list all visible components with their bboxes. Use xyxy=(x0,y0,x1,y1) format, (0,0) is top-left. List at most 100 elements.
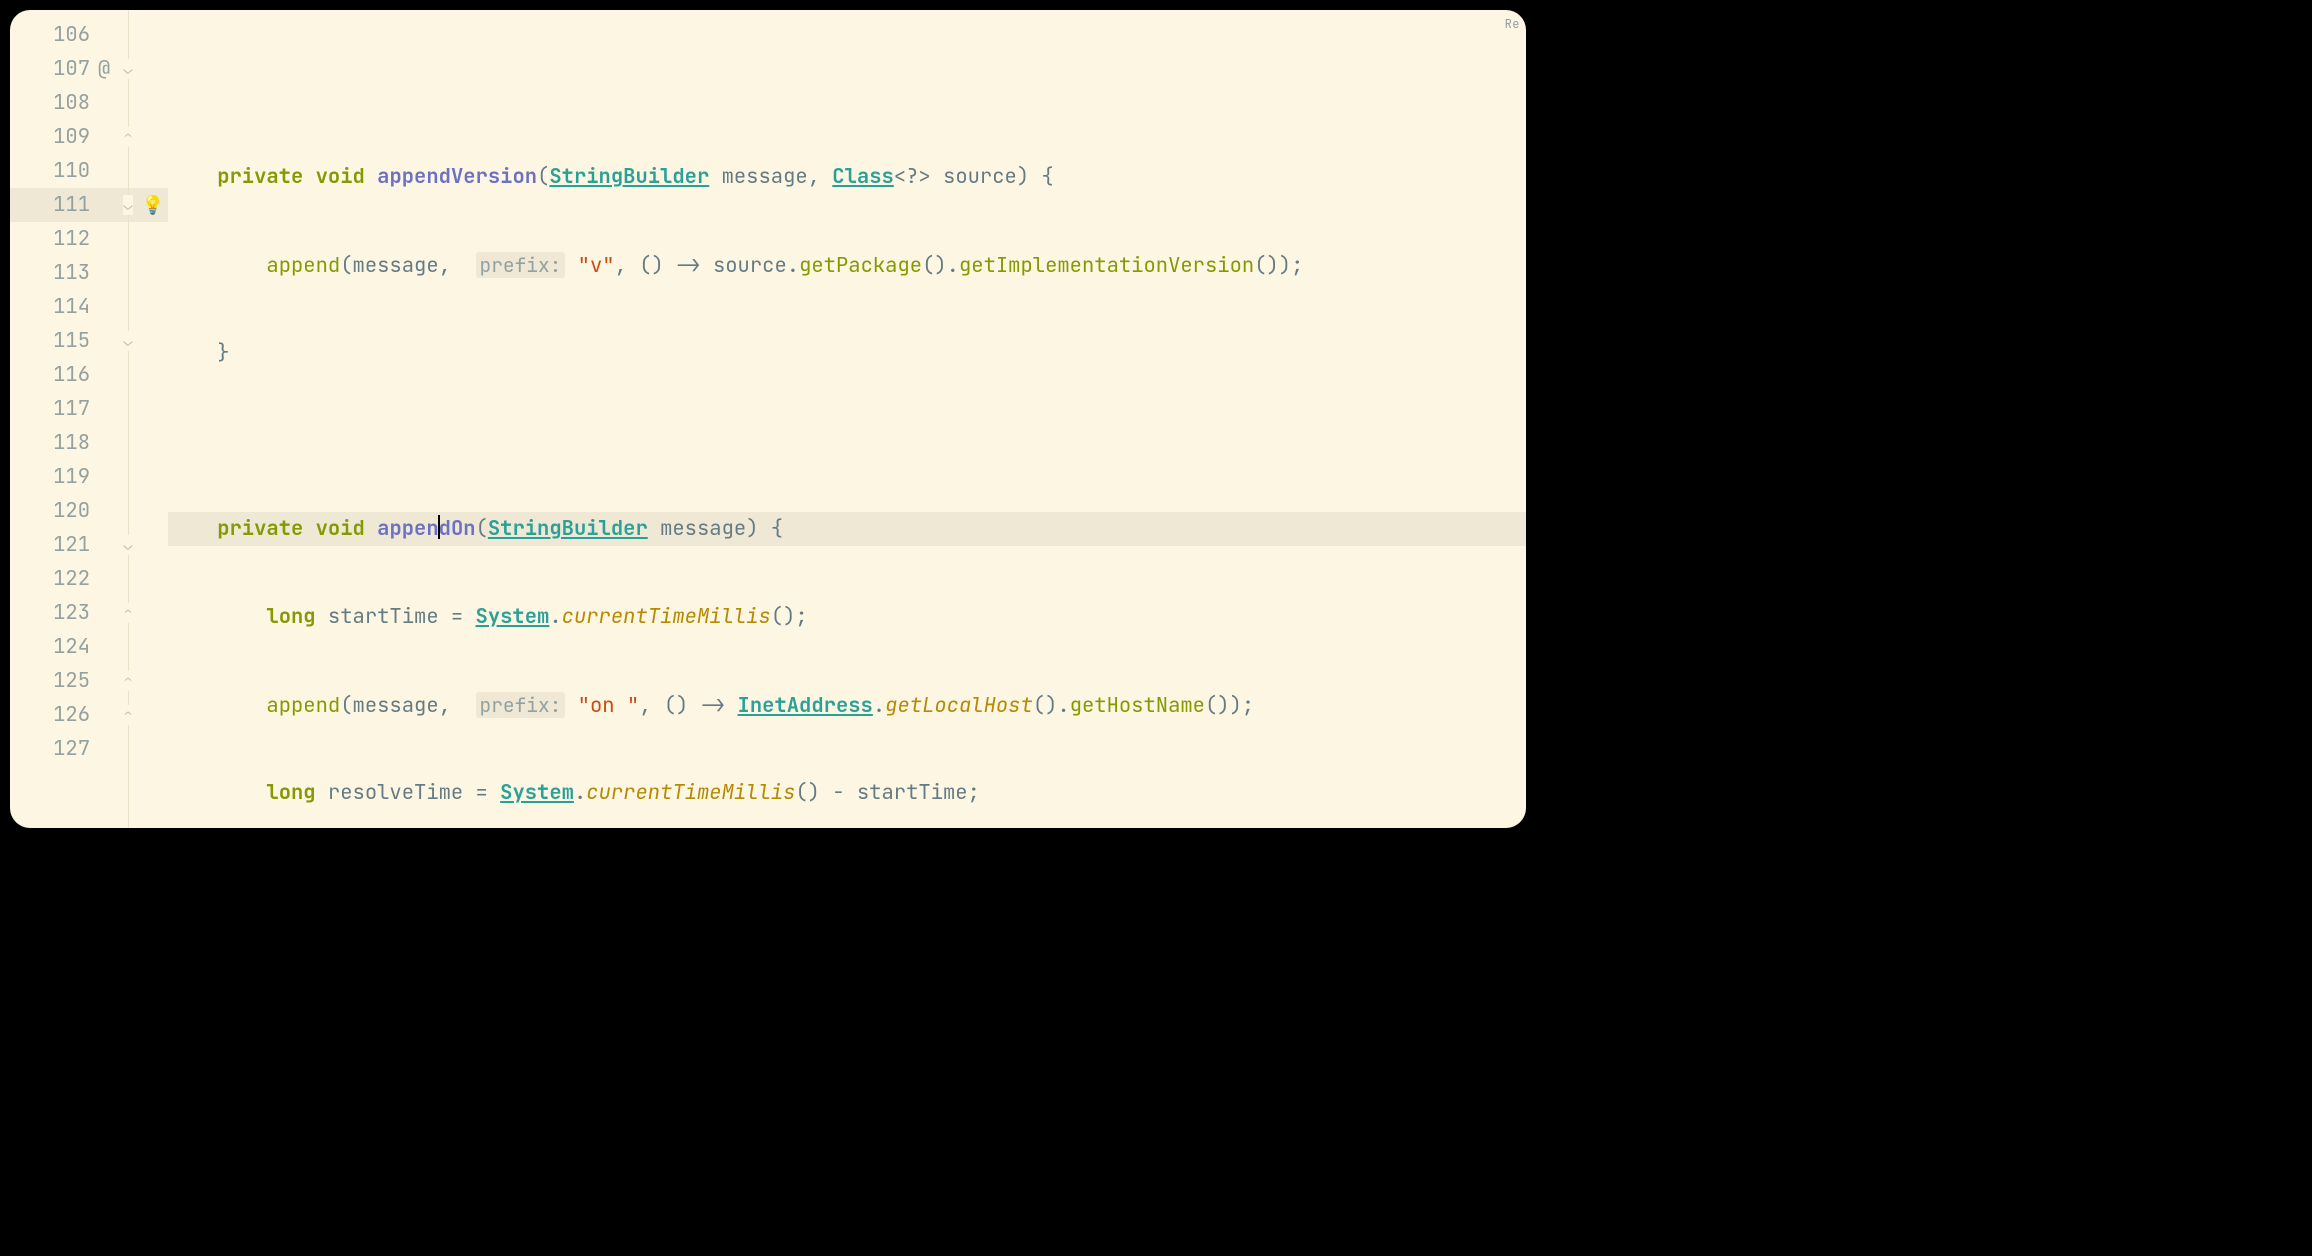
fold-cell[interactable]: ⌄ xyxy=(118,52,138,86)
intention-cell xyxy=(138,222,168,256)
annotation-cell xyxy=(90,460,118,494)
intention-cell xyxy=(138,596,168,630)
annotation-cell xyxy=(90,596,118,630)
code-line-current[interactable]: private void appendOn(StringBuilder mess… xyxy=(168,512,1526,546)
line-number[interactable]: 127 xyxy=(10,732,90,766)
line-number[interactable]: 112 xyxy=(10,222,90,256)
fold-cell[interactable] xyxy=(118,358,138,392)
annotation-cell xyxy=(90,664,118,698)
line-number[interactable]: 107 xyxy=(10,52,90,86)
fold-cell[interactable] xyxy=(118,86,138,120)
line-number[interactable]: 126 xyxy=(10,698,90,732)
fold-cell[interactable] xyxy=(118,290,138,324)
line-number[interactable]: 120 xyxy=(10,494,90,528)
annotation-cell xyxy=(90,698,118,732)
code-line[interactable]: append(message, prefix: "on ", () -> Ine… xyxy=(168,688,1526,722)
code-line[interactable] xyxy=(168,72,1526,106)
line-number[interactable]: 124 xyxy=(10,630,90,664)
fold-cell[interactable]: ⌃ xyxy=(118,120,138,154)
line-number[interactable]: 113 xyxy=(10,256,90,290)
line-number-gutter[interactable]: 1061071081091101111121131141151161171181… xyxy=(10,10,90,828)
intention-cell xyxy=(138,120,168,154)
line-number[interactable]: 114 xyxy=(10,290,90,324)
annotation-cell xyxy=(90,154,118,188)
fold-cell[interactable] xyxy=(118,154,138,188)
fold-cell[interactable]: ⌃ xyxy=(118,698,138,732)
code-line[interactable] xyxy=(168,424,1526,458)
annotation-cell xyxy=(90,290,118,324)
intention-cell xyxy=(138,358,168,392)
line-number[interactable]: 115 xyxy=(10,324,90,358)
intention-cell xyxy=(138,630,168,664)
code-line[interactable]: private void appendVersion(StringBuilder… xyxy=(168,160,1526,194)
line-number[interactable]: 111 xyxy=(10,188,90,222)
fold-cell[interactable] xyxy=(118,18,138,52)
fold-cell[interactable]: ⌃ xyxy=(118,664,138,698)
line-number[interactable]: 106 xyxy=(10,18,90,52)
fold-cell[interactable] xyxy=(118,630,138,664)
annotation-cell xyxy=(90,222,118,256)
line-number[interactable]: 118 xyxy=(10,426,90,460)
fold-cell[interactable] xyxy=(118,562,138,596)
annotation-cell xyxy=(90,188,118,222)
intention-cell xyxy=(138,256,168,290)
line-number[interactable]: 123 xyxy=(10,596,90,630)
intention-cell xyxy=(138,86,168,120)
intention-cell xyxy=(138,460,168,494)
fold-gutter[interactable]: ⌄⌃⌄⌄⌄⌃⌃⌃ xyxy=(118,10,138,828)
code-line[interactable]: append(message, prefix: "v", () -> sourc… xyxy=(168,248,1526,282)
lightbulb-icon[interactable]: 💡 xyxy=(142,194,164,217)
line-number[interactable]: 108 xyxy=(10,86,90,120)
code-editor[interactable]: Re 1061071081091101111121131141151161171… xyxy=(10,10,1526,828)
intention-cell xyxy=(138,324,168,358)
intention-cell xyxy=(138,562,168,596)
annotation-cell xyxy=(90,120,118,154)
fold-cell[interactable] xyxy=(118,256,138,290)
inlay-hint: prefix: xyxy=(476,252,566,278)
line-number[interactable]: 122 xyxy=(10,562,90,596)
fold-cell[interactable] xyxy=(118,732,138,766)
annotation-cell xyxy=(90,426,118,460)
annotation-cell xyxy=(90,562,118,596)
line-number[interactable]: 117 xyxy=(10,392,90,426)
fold-cell[interactable] xyxy=(118,460,138,494)
line-number[interactable]: 109 xyxy=(10,120,90,154)
intention-cell xyxy=(138,528,168,562)
line-number[interactable]: 110 xyxy=(10,154,90,188)
line-number[interactable]: 116 xyxy=(10,358,90,392)
annotation-cell xyxy=(90,494,118,528)
annotation-cell xyxy=(90,630,118,664)
intention-cell xyxy=(138,494,168,528)
annotation-cell xyxy=(90,732,118,766)
intention-gutter[interactable]: 💡 xyxy=(138,10,168,828)
intention-cell[interactable]: 💡 xyxy=(138,188,168,222)
fold-cell[interactable]: ⌄ xyxy=(118,188,138,222)
intention-cell xyxy=(138,52,168,86)
intention-cell xyxy=(138,392,168,426)
fold-cell[interactable] xyxy=(118,426,138,460)
annotation-cell xyxy=(90,358,118,392)
intention-cell xyxy=(138,426,168,460)
code-line[interactable]: long resolveTime = System.currentTimeMil… xyxy=(168,776,1526,810)
annotation-cell xyxy=(90,324,118,358)
fold-cell[interactable] xyxy=(118,392,138,426)
editor-frame: Re 1061071081091101111121131141151161171… xyxy=(0,0,1536,838)
intention-cell xyxy=(138,290,168,324)
line-number[interactable]: 125 xyxy=(10,664,90,698)
fold-cell[interactable]: ⌄ xyxy=(118,324,138,358)
annotation-cell: @ xyxy=(90,52,118,86)
code-area[interactable]: private void appendVersion(StringBuilder… xyxy=(168,10,1526,828)
fold-cell[interactable]: ⌃ xyxy=(118,596,138,630)
annotation-cell xyxy=(90,86,118,120)
line-number[interactable]: 121 xyxy=(10,528,90,562)
line-number[interactable]: 119 xyxy=(10,460,90,494)
annotation-gutter[interactable]: @ xyxy=(90,10,118,828)
annotation-cell xyxy=(90,256,118,290)
code-line[interactable]: } xyxy=(168,336,1526,370)
fold-cell[interactable]: ⌄ xyxy=(118,528,138,562)
intention-cell xyxy=(138,154,168,188)
fold-cell[interactable] xyxy=(118,222,138,256)
annotation-cell xyxy=(90,528,118,562)
fold-cell[interactable] xyxy=(118,494,138,528)
code-line[interactable]: long startTime = System.currentTimeMilli… xyxy=(168,600,1526,634)
